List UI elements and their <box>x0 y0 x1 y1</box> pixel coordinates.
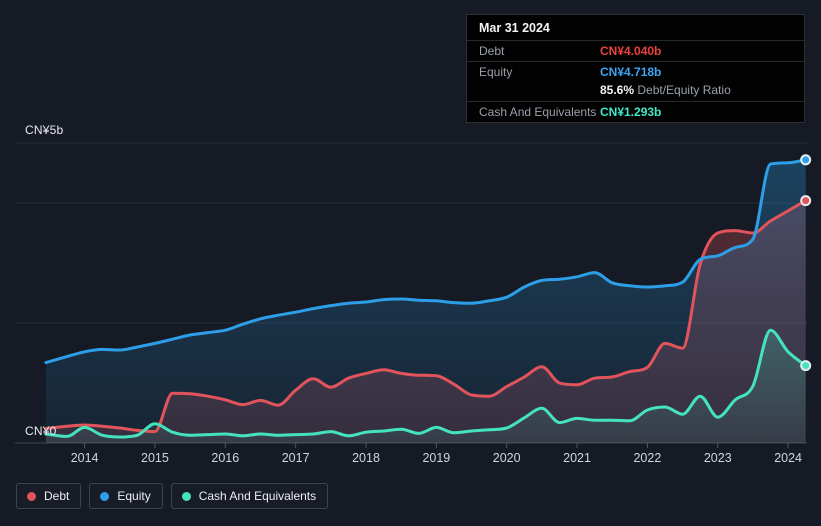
tooltip-cash-label: Cash And Equivalents <box>479 105 597 119</box>
tooltip-cash-value: CN¥1.293b <box>600 105 662 119</box>
equity-series-dot-icon <box>100 491 110 501</box>
legend-equity-label: Equity <box>117 489 151 503</box>
tooltip-ratio-label: Debt/Equity Ratio <box>637 83 731 97</box>
tooltip-equity-value: CN¥4.718b <box>600 65 662 79</box>
tooltip-ratio-row: 85.6% Debt/Equity Ratio <box>467 82 804 102</box>
x-axis-label-2017: 2017 <box>281 451 310 465</box>
legend-item-cash[interactable]: Cash And Equivalents <box>170 483 329 509</box>
x-axis-label-2024: 2024 <box>774 451 802 465</box>
x-axis-label-2023: 2023 <box>703 451 732 465</box>
x-axis-label-2018: 2018 <box>352 451 380 465</box>
x-axis-label-2021: 2021 <box>563 451 591 465</box>
debt-series-dot-icon <box>27 491 36 501</box>
x-axis-label-2020: 2020 <box>492 451 521 465</box>
tooltip-equity-row: Equity CN¥4.718b <box>467 62 804 82</box>
legend-item-debt[interactable]: Debt <box>16 483 82 509</box>
tooltip-ratio-value: 85.6% <box>600 83 635 97</box>
debt-endpoint-marker[interactable] <box>800 195 812 207</box>
chart-legend: Debt Equity Cash And Equivalents <box>16 483 329 509</box>
chart-tooltip: Mar 31 2024 Debt CN¥4.040b Equity CN¥4.7… <box>466 14 805 123</box>
legend-item-equity[interactable]: Equity <box>89 483 163 509</box>
tooltip-equity-label: Equity <box>479 65 513 79</box>
tooltip-debt-value: CN¥4.040b <box>600 44 662 58</box>
legend-debt-label: Debt <box>44 489 70 503</box>
tooltip-cash-row: Cash And Equivalents CN¥1.293b <box>467 102 804 122</box>
equity-endpoint-marker[interactable] <box>800 154 812 166</box>
x-axis-label-2015: 2015 <box>141 451 169 465</box>
x-axis-label-2022: 2022 <box>633 451 662 465</box>
tooltip-debt-row: Debt CN¥4.040b <box>467 41 804 62</box>
x-axis-label-2019: 2019 <box>422 451 451 465</box>
cash-endpoint-marker[interactable] <box>800 360 812 372</box>
y-axis-label-top: CN¥5b <box>25 123 64 137</box>
y-axis-label-zero: CN¥0 <box>25 424 57 438</box>
x-axis-label-2014: 2014 <box>70 451 99 465</box>
tooltip-date-title: Mar 31 2024 <box>467 15 804 41</box>
cash-series-dot-icon <box>181 491 191 501</box>
legend-cash-label: Cash And Equivalents <box>198 489 317 503</box>
debt-equity-history-chart-panel: CN¥5b CN¥0 2014 2015 2016 2017 2018 2019 2020 2… <box>0 0 821 526</box>
x-axis-label-2016: 2016 <box>211 451 240 465</box>
tooltip-debt-label: Debt <box>479 44 505 58</box>
